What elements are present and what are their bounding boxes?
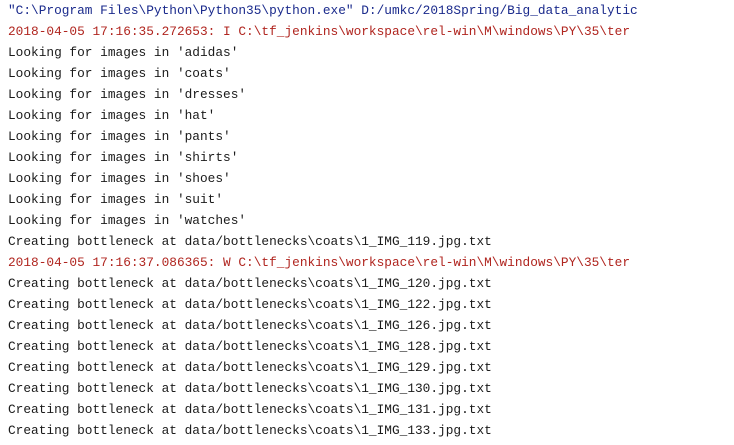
- console-output-panel: "C:\Program Files\Python\Python35\python…: [0, 0, 734, 445]
- output-line: Looking for images in 'pants': [8, 129, 231, 144]
- output-line: Looking for images in 'shoes': [8, 171, 231, 186]
- command-line: "C:\Program Files\Python\Python35\python…: [8, 3, 638, 18]
- output-line: Creating bottleneck at data/bottlenecks\…: [8, 276, 492, 291]
- output-line: Creating bottleneck at data/bottlenecks\…: [8, 360, 492, 375]
- output-line: Creating bottleneck at data/bottlenecks\…: [8, 234, 492, 249]
- output-line: Looking for images in 'dresses': [8, 87, 247, 102]
- output-line: Looking for images in 'coats': [8, 66, 231, 81]
- log-message-warning: 2018-04-05 17:16:37.086365: W C:\tf_jenk…: [8, 255, 631, 270]
- output-line: Looking for images in 'suit': [8, 192, 224, 207]
- output-line: Creating bottleneck at data/bottlenecks\…: [8, 339, 492, 354]
- output-line: Creating bottleneck at data/bottlenecks\…: [8, 297, 492, 312]
- output-line: Looking for images in 'hat': [8, 108, 216, 123]
- output-line: Looking for images in 'shirts': [8, 150, 239, 165]
- log-message-info: 2018-04-05 17:16:35.272653: I C:\tf_jenk…: [8, 24, 631, 39]
- output-line: Looking for images in 'adidas': [8, 45, 239, 60]
- output-line: Looking for images in 'watches': [8, 213, 247, 228]
- output-line: Creating bottleneck at data/bottlenecks\…: [8, 318, 492, 333]
- output-line: Creating bottleneck at data/bottlenecks\…: [8, 402, 492, 417]
- output-line: Creating bottleneck at data/bottlenecks\…: [8, 423, 492, 438]
- output-line: Creating bottleneck at data/bottlenecks\…: [8, 381, 492, 396]
